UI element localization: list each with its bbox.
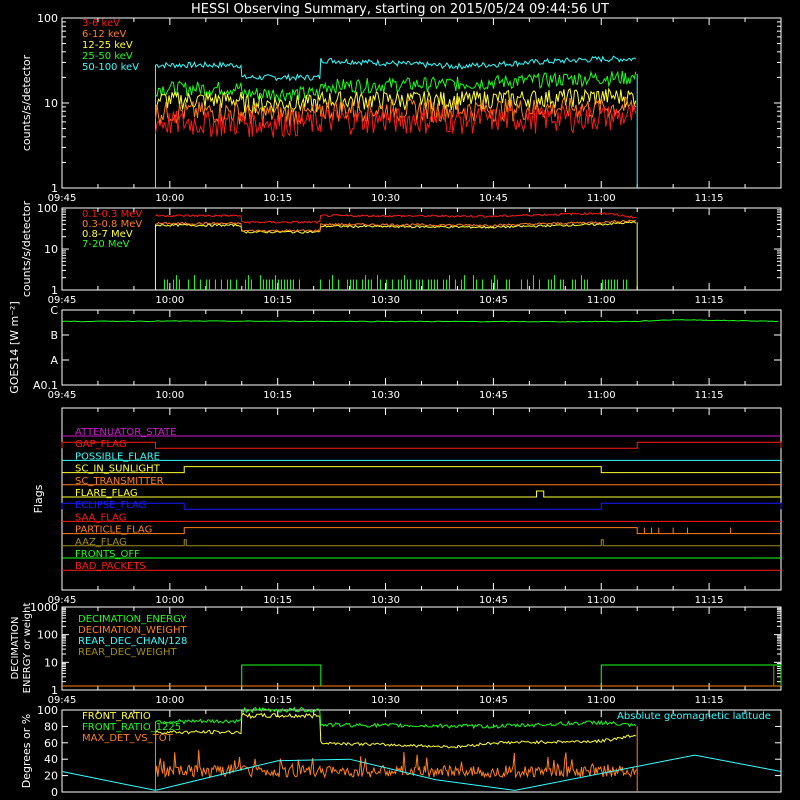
p5-series-0 bbox=[241, 664, 322, 686]
p1-y-axis-label: counts/s/detector bbox=[20, 54, 33, 151]
p6-y-tick-label: 100 bbox=[37, 704, 58, 717]
p1-y-tick-label: 10 bbox=[44, 97, 58, 110]
panel-5-x-tick-label: 11:15 bbox=[695, 695, 724, 706]
p2-y-tick-label: 10 bbox=[44, 243, 58, 256]
p2-y-axis-label: counts/s/detector bbox=[20, 200, 33, 297]
p3-y-tick-label: B bbox=[50, 329, 58, 342]
panel-4-x-tick-label: 11:00 bbox=[587, 595, 616, 606]
flag-label-1: GAP_FLAG bbox=[75, 439, 127, 450]
hessi-summary-chart: HESSI Observing Summary, starting on 201… bbox=[8, 2, 782, 799]
p3-y-tick-label: A bbox=[50, 354, 58, 367]
p5-y-axis-label-1: DECIMATION bbox=[10, 616, 21, 679]
p5-legend-3: REAR_DEC_WEIGHT bbox=[78, 647, 177, 658]
panel-4-x-tick-label: 10:00 bbox=[155, 595, 184, 606]
p5-legend-2: REAR_DEC_CHAN/128 bbox=[78, 636, 187, 647]
p4-y-axis-label: Flags bbox=[32, 484, 45, 513]
panel-3-x-tick-label: 10:00 bbox=[155, 390, 184, 401]
p5-y-axis-label-2: ENERGY or weight bbox=[22, 603, 33, 694]
panel-1-x-tick-label: 10:45 bbox=[479, 193, 508, 204]
p5-y-tick-label: 10 bbox=[44, 656, 58, 669]
p5-legend-0: DECIMATION_ENERGY bbox=[78, 614, 187, 625]
panel-5-x-tick-label: 10:30 bbox=[371, 695, 400, 706]
panel-2-x-tick-label: 10:45 bbox=[479, 295, 508, 306]
p6-legend-3: Absolute geomagnetic latitude bbox=[617, 711, 771, 722]
p1-y-tick-label: 1 bbox=[51, 182, 58, 195]
p5-series-0 bbox=[600, 664, 782, 686]
p2-series-0 bbox=[155, 211, 636, 224]
panel-2-frame bbox=[61, 207, 782, 291]
p1-legend-0: 3-6 keV bbox=[82, 18, 120, 29]
panel-5-x-tick-label: 10:15 bbox=[263, 695, 292, 706]
p1-legend-2: 12-25 keV bbox=[82, 40, 133, 51]
flag-line-9 bbox=[62, 539, 781, 547]
p6-y-tick-label: 60 bbox=[44, 737, 58, 750]
p6-y-tick-label: 40 bbox=[44, 753, 58, 766]
panel-5-x-tick-label: 10:45 bbox=[479, 695, 508, 706]
p6-legend-0: FRONT_RATIO bbox=[82, 711, 151, 722]
p5-y-tick-label: 1000 bbox=[30, 601, 58, 614]
chart-title: HESSI Observing Summary, starting on 201… bbox=[191, 2, 609, 17]
panel-2-x-tick-label: 10:15 bbox=[263, 295, 292, 306]
panel-4-x-tick-label: 10:15 bbox=[263, 595, 292, 606]
p5-legend-1: DECIMATION_WEIGHT bbox=[78, 625, 187, 636]
panel-1-x-tick-label: 11:15 bbox=[695, 193, 724, 204]
panel-3-x-tick-label: 11:15 bbox=[695, 390, 724, 401]
panel-3-x-tick-label: 11:00 bbox=[587, 390, 616, 401]
p1-y-tick-label: 100 bbox=[37, 12, 58, 25]
panel-3-x-tick-label: 10:45 bbox=[479, 390, 508, 401]
p6-y-tick-label: 80 bbox=[44, 720, 58, 733]
p2-y-tick-label: 1 bbox=[51, 284, 58, 297]
p5-y-tick-label: 1 bbox=[51, 684, 58, 697]
p3-y-tick-label: C bbox=[50, 304, 58, 317]
p6-series-0 bbox=[155, 712, 637, 749]
p6-y-tick-label: 20 bbox=[44, 770, 58, 783]
p5-y-tick-label: 100 bbox=[37, 629, 58, 642]
panel-3-x-tick-label: 10:15 bbox=[263, 390, 292, 401]
flag-line-5 bbox=[62, 490, 781, 498]
panel-1-x-tick-label: 10:30 bbox=[371, 193, 400, 204]
p3-y-axis-label: GOES14 [W m⁻²] bbox=[8, 301, 21, 394]
p6-legend-2: MAX_DET_VS_TOT bbox=[82, 733, 174, 744]
flag-line-3 bbox=[62, 466, 781, 474]
p1-series-3 bbox=[155, 70, 637, 102]
flag-line-1 bbox=[61, 441, 782, 449]
panel-5-x-tick-label: 11:00 bbox=[587, 695, 616, 706]
panel-2-x-tick-label: 10:30 bbox=[371, 295, 400, 306]
p2-y-tick-label: 100 bbox=[37, 202, 58, 215]
p3-y-tick-label: A0.1 bbox=[33, 379, 58, 392]
p3-series-0 bbox=[61, 319, 779, 323]
p6-y-axis-label: Degrees or % bbox=[20, 714, 33, 788]
p6-y-tick-label: 0 bbox=[51, 786, 58, 799]
p1-legend-3: 25-50 keV bbox=[82, 51, 133, 62]
flag-label-6: ECLIPSE_FLAG bbox=[75, 500, 146, 511]
panel-5-x-tick-label: 10:00 bbox=[155, 695, 184, 706]
p6-series-1 bbox=[155, 706, 637, 730]
p1-legend-4: 50-100 keV bbox=[82, 62, 139, 73]
panel-4-x-tick-label: 10:45 bbox=[479, 595, 508, 606]
panel-2-x-tick-label: 10:00 bbox=[155, 295, 184, 306]
panel-2-x-tick-label: 11:00 bbox=[587, 295, 616, 306]
panel-2-x-tick-label: 11:15 bbox=[695, 295, 724, 306]
flag-line-6 bbox=[61, 502, 782, 510]
panel-1-x-tick-label: 10:00 bbox=[155, 193, 184, 204]
p2-legend-3: 7-20 MeV bbox=[82, 239, 130, 250]
panel-3-x-tick-label: 10:30 bbox=[371, 390, 400, 401]
p6-legend-1: FRONT_RATIO_1225 bbox=[82, 722, 181, 733]
panel-1-x-tick-label: 10:15 bbox=[263, 193, 292, 204]
panel-1-x-tick-label: 11:00 bbox=[587, 193, 616, 204]
panel-4-x-tick-label: 11:15 bbox=[695, 595, 724, 606]
panel-4-x-tick-label: 10:30 bbox=[371, 595, 400, 606]
p1-legend-1: 6-12 keV bbox=[82, 29, 126, 40]
p6-series-3 bbox=[61, 754, 782, 791]
